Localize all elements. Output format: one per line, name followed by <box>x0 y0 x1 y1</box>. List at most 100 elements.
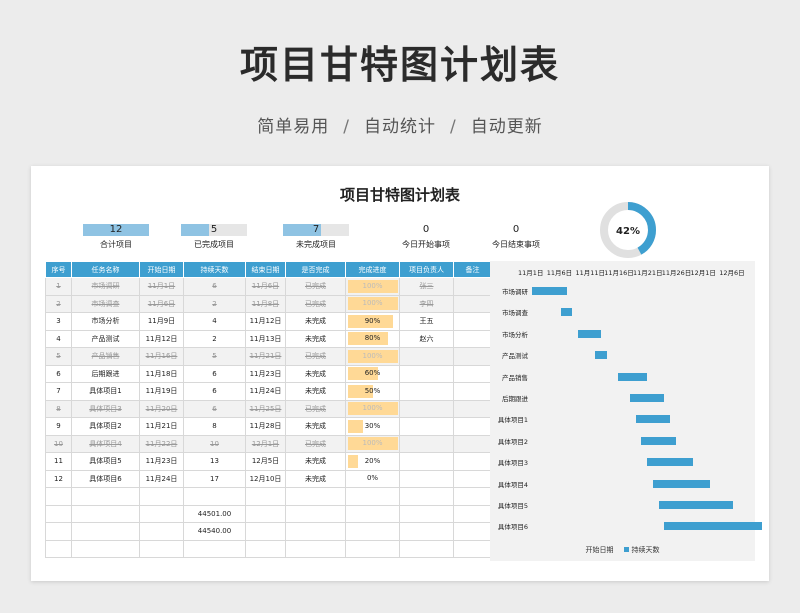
cell-progress[interactable]: 100% <box>345 277 400 296</box>
cell-task-name[interactable]: 具体项目5 <box>71 452 140 471</box>
cell-start-date[interactable]: 11月22日 <box>139 434 184 453</box>
cell-no[interactable]: 3 <box>45 312 72 331</box>
cell-owner[interactable]: 张三 <box>399 277 454 296</box>
cell-empty[interactable] <box>345 504 400 523</box>
cell-empty[interactable] <box>245 522 286 541</box>
cell-empty[interactable] <box>399 539 454 558</box>
cell-end-date[interactable]: 12月1日 <box>245 434 286 453</box>
cell-task-name[interactable]: 具体项目6 <box>71 469 140 488</box>
cell-owner[interactable] <box>399 452 454 471</box>
cell-empty[interactable] <box>345 539 400 558</box>
cell-empty[interactable] <box>245 539 286 558</box>
cell-completed[interactable]: 已完成 <box>285 347 346 366</box>
cell-duration[interactable]: 13 <box>183 452 246 471</box>
cell-empty[interactable] <box>245 487 286 506</box>
cell-no[interactable]: 4 <box>45 329 72 348</box>
cell-end-date[interactable]: 11月12日 <box>245 312 286 331</box>
cell-task-name[interactable]: 市场分析 <box>71 312 140 331</box>
cell-end-date[interactable]: 11月13日 <box>245 329 286 348</box>
cell-end-date[interactable]: 12月10日 <box>245 469 286 488</box>
cell-progress[interactable]: 100% <box>345 399 400 418</box>
cell-empty[interactable] <box>453 487 492 506</box>
cell-notes[interactable] <box>453 399 492 418</box>
cell-owner[interactable] <box>399 399 454 418</box>
cell-task-name[interactable]: 产品测试 <box>71 329 140 348</box>
cell-owner[interactable]: 王五 <box>399 312 454 331</box>
cell-no[interactable]: 10 <box>45 434 72 453</box>
cell-empty[interactable] <box>45 522 72 541</box>
cell-empty[interactable] <box>71 504 140 523</box>
cell-duration[interactable]: 5 <box>183 347 246 366</box>
cell-duration[interactable]: 8 <box>183 417 246 436</box>
cell-empty[interactable] <box>139 504 184 523</box>
cell-empty[interactable] <box>345 522 400 541</box>
cell-progress[interactable]: 90% <box>345 312 400 331</box>
cell-completed[interactable]: 未完成 <box>285 469 346 488</box>
cell-end-date[interactable]: 11月28日 <box>245 417 286 436</box>
cell-no[interactable]: 7 <box>45 382 72 401</box>
cell-progress[interactable]: 20% <box>345 452 400 471</box>
cell-task-name[interactable]: 具体项目2 <box>71 417 140 436</box>
cell-completed[interactable]: 已完成 <box>285 294 346 313</box>
cell-empty[interactable] <box>453 504 492 523</box>
cell-owner[interactable] <box>399 469 454 488</box>
cell-owner[interactable] <box>399 434 454 453</box>
cell-owner[interactable] <box>399 364 454 383</box>
cell-end-date[interactable]: 11月25日 <box>245 399 286 418</box>
cell-notes[interactable] <box>453 382 492 401</box>
cell-notes[interactable] <box>453 277 492 296</box>
cell-duration[interactable]: 6 <box>183 382 246 401</box>
cell-start-date[interactable]: 11月1日 <box>139 277 184 296</box>
cell-owner[interactable]: 李四 <box>399 294 454 313</box>
cell-start-date[interactable]: 11月19日 <box>139 382 184 401</box>
cell-no[interactable]: 5 <box>45 347 72 366</box>
cell-task-name[interactable]: 具体项目4 <box>71 434 140 453</box>
cell-progress[interactable]: 100% <box>345 294 400 313</box>
cell-empty[interactable] <box>71 539 140 558</box>
cell-progress[interactable]: 50% <box>345 382 400 401</box>
cell-empty[interactable] <box>45 504 72 523</box>
cell-empty[interactable] <box>245 504 286 523</box>
cell-empty[interactable] <box>139 522 184 541</box>
cell-start-date[interactable]: 11月12日 <box>139 329 184 348</box>
cell-duration[interactable]: 4 <box>183 312 246 331</box>
cell-end-date[interactable]: 11月23日 <box>245 364 286 383</box>
cell-empty[interactable] <box>71 522 140 541</box>
cell-notes[interactable] <box>453 469 492 488</box>
cell-empty[interactable] <box>45 487 72 506</box>
cell-progress[interactable]: 30% <box>345 417 400 436</box>
cell-end-date[interactable]: 11月6日 <box>245 277 286 296</box>
cell-duration[interactable]: 6 <box>183 277 246 296</box>
cell-task-name[interactable]: 具体项目3 <box>71 399 140 418</box>
cell-duration[interactable]: 6 <box>183 399 246 418</box>
cell-no[interactable]: 11 <box>45 452 72 471</box>
cell-notes[interactable] <box>453 417 492 436</box>
cell-no[interactable]: 12 <box>45 469 72 488</box>
cell-progress[interactable]: 80% <box>345 329 400 348</box>
cell-duration[interactable]: 2 <box>183 294 246 313</box>
cell-start-date[interactable]: 11月20日 <box>139 399 184 418</box>
cell-start-date[interactable]: 11月24日 <box>139 469 184 488</box>
cell-empty[interactable] <box>139 539 184 558</box>
cell-start-date[interactable]: 11月9日 <box>139 312 184 331</box>
cell-notes[interactable] <box>453 312 492 331</box>
cell-task-name[interactable]: 市场调研 <box>71 277 140 296</box>
cell-notes[interactable] <box>453 347 492 366</box>
cell-notes[interactable] <box>453 452 492 471</box>
cell-end-date[interactable]: 11月21日 <box>245 347 286 366</box>
cell-no[interactable]: 8 <box>45 399 72 418</box>
cell-notes[interactable] <box>453 364 492 383</box>
cell-empty[interactable] <box>399 487 454 506</box>
cell-no[interactable]: 6 <box>45 364 72 383</box>
cell-end-date[interactable]: 11月24日 <box>245 382 286 401</box>
cell-completed[interactable]: 已完成 <box>285 399 346 418</box>
cell-completed[interactable]: 未完成 <box>285 452 346 471</box>
cell-owner[interactable]: 赵六 <box>399 329 454 348</box>
cell-duration[interactable]: 10 <box>183 434 246 453</box>
cell-empty[interactable] <box>453 522 492 541</box>
cell-task-name[interactable]: 市场调查 <box>71 294 140 313</box>
cell-owner[interactable] <box>399 382 454 401</box>
cell-start-date[interactable]: 11月21日 <box>139 417 184 436</box>
cell-start-date[interactable]: 11月23日 <box>139 452 184 471</box>
cell-task-name[interactable]: 后期跟进 <box>71 364 140 383</box>
